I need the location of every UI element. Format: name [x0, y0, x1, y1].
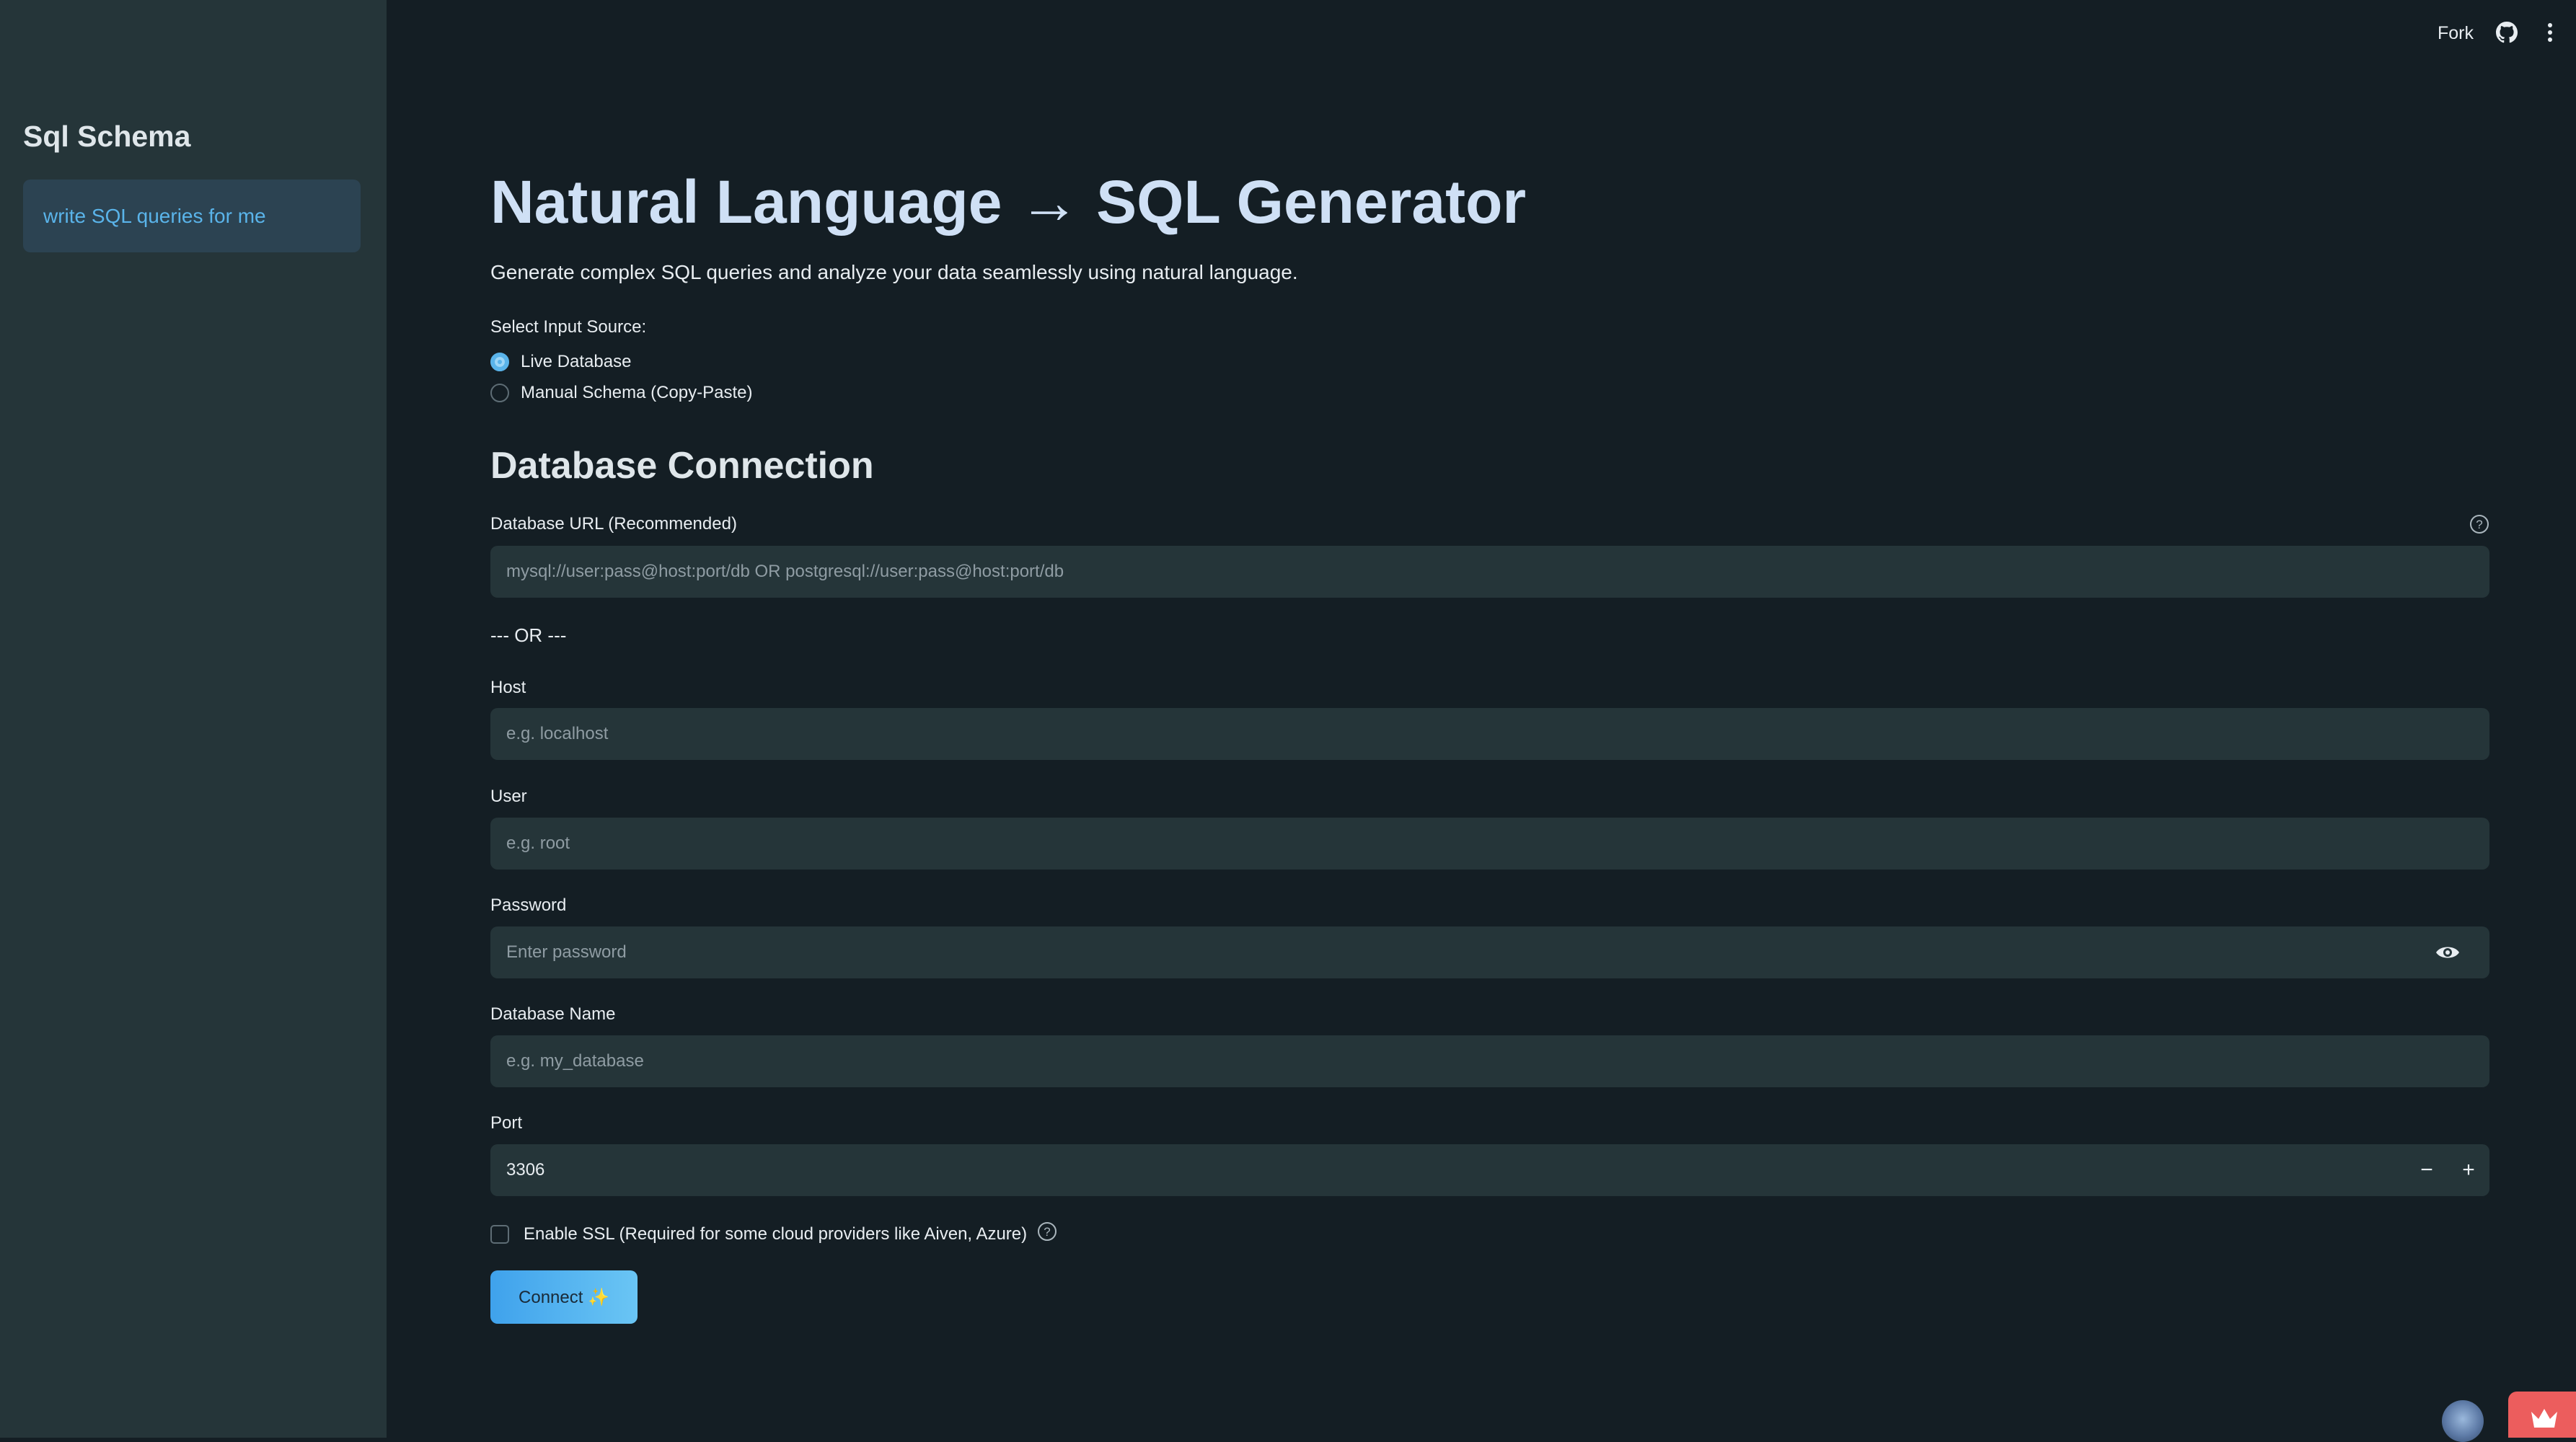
radio-selected-icon[interactable] — [490, 353, 509, 371]
connect-button[interactable]: Connect ✨ — [490, 1270, 638, 1324]
port-label: Port — [490, 1113, 523, 1133]
db-name-placeholder: e.g. my_database — [506, 1051, 644, 1071]
radio-manual-schema-label: Manual Schema (Copy-Paste) — [521, 383, 753, 402]
avatar[interactable] — [2442, 1400, 2484, 1442]
password-placeholder: Enter password — [506, 942, 627, 962]
ssl-help-icon[interactable]: ? — [1037, 1221, 1057, 1247]
or-separator: --- OR --- — [490, 624, 567, 646]
svg-text:?: ? — [2476, 518, 2482, 531]
db-url-placeholder: mysql://user:pass@host:port/db OR postgr… — [506, 562, 1064, 581]
help-icon[interactable]: ? — [2469, 514, 2489, 538]
radio-manual-schema[interactable]: Manual Schema (Copy-Paste) — [490, 383, 752, 403]
host-placeholder: e.g. localhost — [506, 724, 609, 743]
host-input[interactable]: e.g. localhost — [490, 708, 2489, 760]
port-value: 3306 — [506, 1160, 545, 1180]
db-url-input[interactable]: mysql://user:pass@host:port/db OR postgr… — [490, 546, 2489, 598]
ssl-checkbox-row[interactable]: Enable SSL (Required for some cloud prov… — [490, 1221, 1057, 1247]
eye-icon[interactable] — [2435, 942, 2461, 966]
github-icon[interactable] — [2496, 22, 2518, 47]
sidebar-item-write-sql[interactable]: write SQL queries for me — [23, 180, 361, 252]
crown-badge[interactable] — [2508, 1392, 2576, 1438]
sidebar-title: Sql Schema — [23, 120, 191, 153]
ssl-checkbox[interactable] — [490, 1224, 509, 1244]
user-label: User — [490, 787, 527, 806]
port-decrement-button[interactable]: − — [2406, 1144, 2448, 1196]
section-title-database-connection: Database Connection — [490, 445, 874, 487]
radio-live-database-label: Live Database — [521, 352, 632, 371]
password-label: Password — [490, 895, 567, 915]
sidebar: Sql Schema write SQL queries for me — [0, 0, 387, 1438]
db-name-input[interactable]: e.g. my_database — [490, 1035, 2489, 1087]
ssl-label: Enable SSL (Required for some cloud prov… — [524, 1224, 1028, 1244]
radio-live-database[interactable]: Live Database — [490, 352, 631, 372]
svg-text:?: ? — [1044, 1225, 1050, 1239]
crown-icon — [2531, 1409, 2557, 1428]
port-stepper: − + — [2406, 1144, 2489, 1196]
radio-unselected-icon[interactable] — [490, 384, 509, 402]
password-input[interactable]: Enter password — [490, 926, 2489, 978]
input-source-label: Select Input Source: — [490, 317, 647, 337]
kebab-menu-icon[interactable] — [2546, 22, 2554, 47]
port-increment-button[interactable]: + — [2448, 1144, 2489, 1196]
user-placeholder: e.g. root — [506, 833, 570, 853]
db-name-label: Database Name — [490, 1004, 616, 1024]
port-number-input[interactable]: 3306 − + — [490, 1144, 2489, 1196]
db-url-label: Database URL (Recommended) — [490, 514, 737, 534]
page-subtitle: Generate complex SQL queries and analyze… — [490, 261, 1298, 283]
host-label: Host — [490, 678, 526, 697]
user-input[interactable]: e.g. root — [490, 818, 2489, 870]
page-title: Natural Language → SQL Generator — [490, 168, 1527, 236]
fork-button[interactable]: Fork — [2438, 23, 2474, 44]
